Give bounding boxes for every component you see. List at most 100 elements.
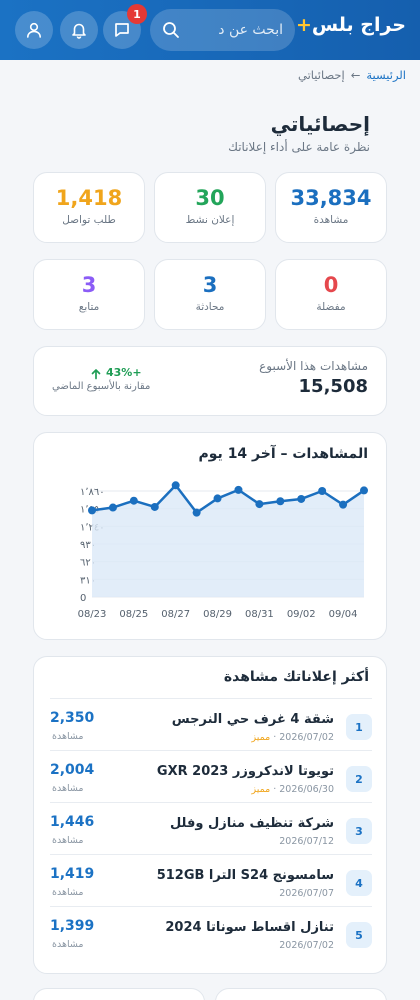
- y-tick-label: 0: [80, 593, 86, 604]
- stat-value: 0: [323, 273, 339, 297]
- x-tick-label: 08/27: [161, 609, 190, 620]
- ad-date: 2026/06/30: [279, 784, 334, 795]
- page-subtitle: نظرة عامة على أداء إعلاناتك: [228, 140, 370, 154]
- weekly-value: 15,508: [298, 376, 368, 397]
- list-item[interactable]: 4 سامسونج S24 الترا 512GB 2026/07/07 1,4…: [50, 854, 372, 905]
- ad-views: 2,350: [50, 710, 95, 726]
- top-ads-card: أكثر إعلاناتك مشاهدة 1 شقة 4 غرف حي النر…: [33, 656, 387, 974]
- bottom-card-right: [215, 988, 387, 1000]
- data-point: [150, 502, 159, 511]
- messages-badge: 1: [127, 4, 147, 24]
- stat-value: 3: [202, 273, 218, 297]
- stat-label: طلب تواصل: [62, 214, 116, 226]
- featured-tag: مميز: [251, 784, 271, 795]
- list-item[interactable]: 5 تنازل اقساط سوناتا 2024 2026/07/02 1,3…: [50, 906, 372, 957]
- list-item[interactable]: 1 شقة 4 غرف حي النرجس 2026/07/02 · مميز …: [50, 698, 372, 749]
- breadcrumb: الرئيسية ← إحصائياتي: [298, 68, 406, 82]
- ad-meta: 2026/07/07: [279, 888, 334, 899]
- rank-badge: 1: [346, 714, 372, 740]
- stat-label: متابع: [78, 301, 100, 313]
- breadcrumb-current: إحصائياتي: [297, 68, 345, 82]
- data-point: [255, 500, 264, 509]
- weekly-change: 43%+: [106, 366, 142, 379]
- rank-badge: 3: [346, 818, 372, 844]
- ad-views: 1,399: [50, 918, 95, 934]
- data-point: [339, 500, 348, 509]
- ad-meta: 2026/07/02: [279, 940, 334, 951]
- ad-title[interactable]: شركة تنظيف منازل وفلل: [170, 816, 334, 831]
- ad-title[interactable]: تويوتا لاندكروزر GXR 2023: [157, 764, 334, 779]
- stat-label: محادثة: [195, 301, 225, 313]
- top-bar: حراج بلس+ 1: [0, 0, 420, 60]
- rank-badge: 2: [346, 766, 372, 792]
- data-point: [234, 485, 243, 494]
- ad-title[interactable]: تنازل اقساط سوناتا 2024: [165, 920, 334, 935]
- stat-label: إعلان نشط: [185, 214, 235, 226]
- weekly-comparison: مقارنة بالأسبوع الماضي: [52, 381, 151, 392]
- ad-date: 2026/07/02: [279, 732, 334, 743]
- chat-icon: [115, 23, 129, 37]
- ad-views-unit: مشاهدة: [52, 783, 84, 794]
- views-line-chart: 0٣١٠٦٢٠٩٣٠١٬٢٤٠١٬٥٥٠١٬٨٦٠08/2308/2508/27…: [78, 481, 368, 620]
- stat-value: 30: [195, 186, 225, 210]
- x-tick-label: 09/02: [287, 609, 316, 620]
- ad-views-unit: مشاهدة: [52, 835, 84, 846]
- notifications-button[interactable]: [60, 11, 98, 49]
- list-item[interactable]: 3 شركة تنظيف منازل وفلل 2026/07/12 1,446…: [50, 802, 372, 853]
- data-point: [297, 494, 306, 503]
- x-tick-label: 08/29: [203, 609, 232, 620]
- page-title: إحصائياتي: [270, 112, 370, 136]
- ad-title[interactable]: شقة 4 غرف حي النرجس: [172, 712, 334, 727]
- ad-date: 2026/07/12: [279, 836, 334, 847]
- stat-card-favorites: 0 مفضلة: [275, 259, 387, 330]
- data-point: [129, 496, 138, 505]
- data-point: [213, 494, 222, 503]
- featured-tag: مميز: [251, 732, 271, 743]
- x-tick-label: 09/04: [329, 609, 358, 620]
- messages-button[interactable]: 1: [103, 4, 147, 49]
- data-point: [88, 506, 96, 515]
- data-point: [360, 486, 368, 495]
- weekly-label: مشاهدات هذا الأسبوع: [259, 359, 368, 373]
- ad-views-unit: مشاهدة: [52, 731, 84, 742]
- data-point: [108, 503, 117, 512]
- x-tick-label: 08/25: [119, 609, 148, 620]
- stat-card-conversations: 3 محادثة: [154, 259, 266, 330]
- rank-badge: 5: [346, 922, 372, 948]
- ad-meta: 2026/06/30 · مميز: [251, 784, 334, 795]
- ad-date: 2026/07/02: [279, 940, 334, 951]
- data-point: [171, 481, 180, 490]
- list-item[interactable]: 2 تويوتا لاندكروزر GXR 2023 2026/06/30 ·…: [50, 750, 372, 801]
- brand-plus: +: [295, 14, 312, 36]
- top-ads-title: أكثر إعلاناتك مشاهدة: [223, 669, 369, 685]
- stat-card-contact-requests: 1,418 طلب تواصل: [33, 172, 145, 243]
- search-icon[interactable]: [162, 21, 180, 43]
- search-box[interactable]: [150, 9, 295, 51]
- ad-views: 1,419: [50, 866, 95, 882]
- ad-meta: 2026/07/12: [279, 836, 334, 847]
- stat-value: 3: [81, 273, 97, 297]
- rank-badge: 4: [346, 870, 372, 896]
- ad-date: 2026/07/07: [279, 888, 334, 899]
- ad-title[interactable]: سامسونج S24 الترا 512GB: [157, 868, 334, 883]
- x-tick-label: 08/31: [245, 609, 274, 620]
- bottom-card-left: [33, 988, 205, 1000]
- data-point: [318, 487, 327, 495]
- breadcrumb-home[interactable]: الرئيسية: [366, 68, 406, 82]
- stat-card-followers: 3 متابع: [33, 259, 145, 330]
- user-icon: [27, 22, 41, 38]
- brand-name: حراج بلس: [311, 14, 406, 36]
- stat-label: مفضلة: [316, 301, 346, 313]
- brand-logo[interactable]: حراج بلس+: [296, 14, 406, 36]
- ad-views-unit: مشاهدة: [52, 887, 84, 898]
- ad-views-unit: مشاهدة: [52, 939, 84, 950]
- x-tick-label: 08/23: [78, 609, 107, 620]
- data-point: [192, 508, 201, 517]
- breadcrumb-separator: ←: [350, 68, 361, 82]
- weekly-views-card: مشاهدات هذا الأسبوع 15,508 43%+ مقارنة ب…: [33, 346, 387, 416]
- ad-views: 2,004: [50, 762, 95, 778]
- views-chart-card: المشاهدات – آخر 14 يوم 0٣١٠٦٢٠٩٣٠١٬٢٤٠١٬…: [33, 432, 387, 640]
- search-input[interactable]: [183, 22, 283, 38]
- ad-meta: 2026/07/02 · مميز: [251, 732, 334, 743]
- profile-button[interactable]: [15, 11, 53, 49]
